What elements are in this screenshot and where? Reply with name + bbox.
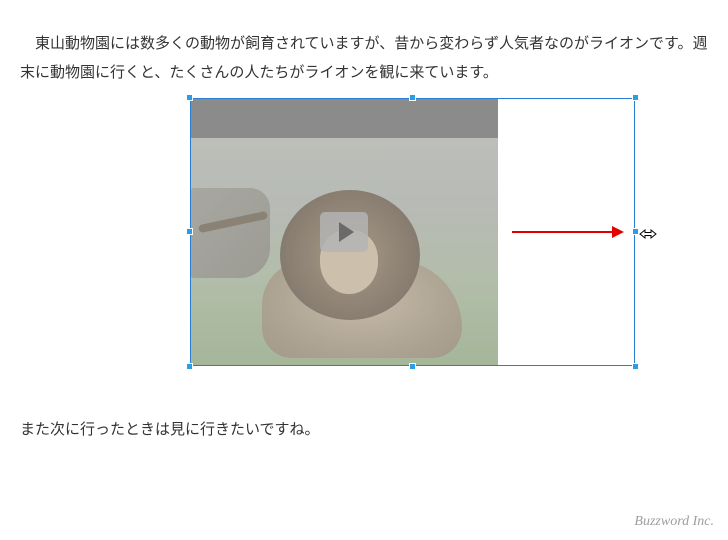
play-icon <box>339 222 354 242</box>
resize-handle-top-right[interactable] <box>632 94 639 101</box>
resize-handle-bottom-right[interactable] <box>632 363 639 370</box>
resize-horizontal-cursor-icon <box>638 224 658 244</box>
video-thumbnail <box>190 98 498 366</box>
outro-paragraph: また次に行ったときは見に行きたいですね。 <box>20 416 320 445</box>
scene-rock <box>190 188 270 278</box>
resize-handle-middle-left[interactable] <box>186 228 193 235</box>
annotation-arrow <box>512 229 624 235</box>
resize-handle-middle-right[interactable] <box>632 228 639 235</box>
footer-brand: Buzzword Inc. <box>634 514 714 530</box>
resize-handle-bottom-left[interactable] <box>186 363 193 370</box>
resize-handle-top-middle[interactable] <box>409 94 416 101</box>
resize-handle-top-left[interactable] <box>186 94 193 101</box>
video-frame-scene <box>190 138 498 366</box>
resize-handle-bottom-middle[interactable] <box>409 363 416 370</box>
play-button[interactable] <box>320 212 368 252</box>
intro-paragraph: 東山動物園には数多くの動物が飼育されていますが、昔から変わらず人気者なのがライオ… <box>20 30 708 87</box>
video-letterbox-top <box>190 98 498 138</box>
video-object[interactable] <box>190 98 635 366</box>
